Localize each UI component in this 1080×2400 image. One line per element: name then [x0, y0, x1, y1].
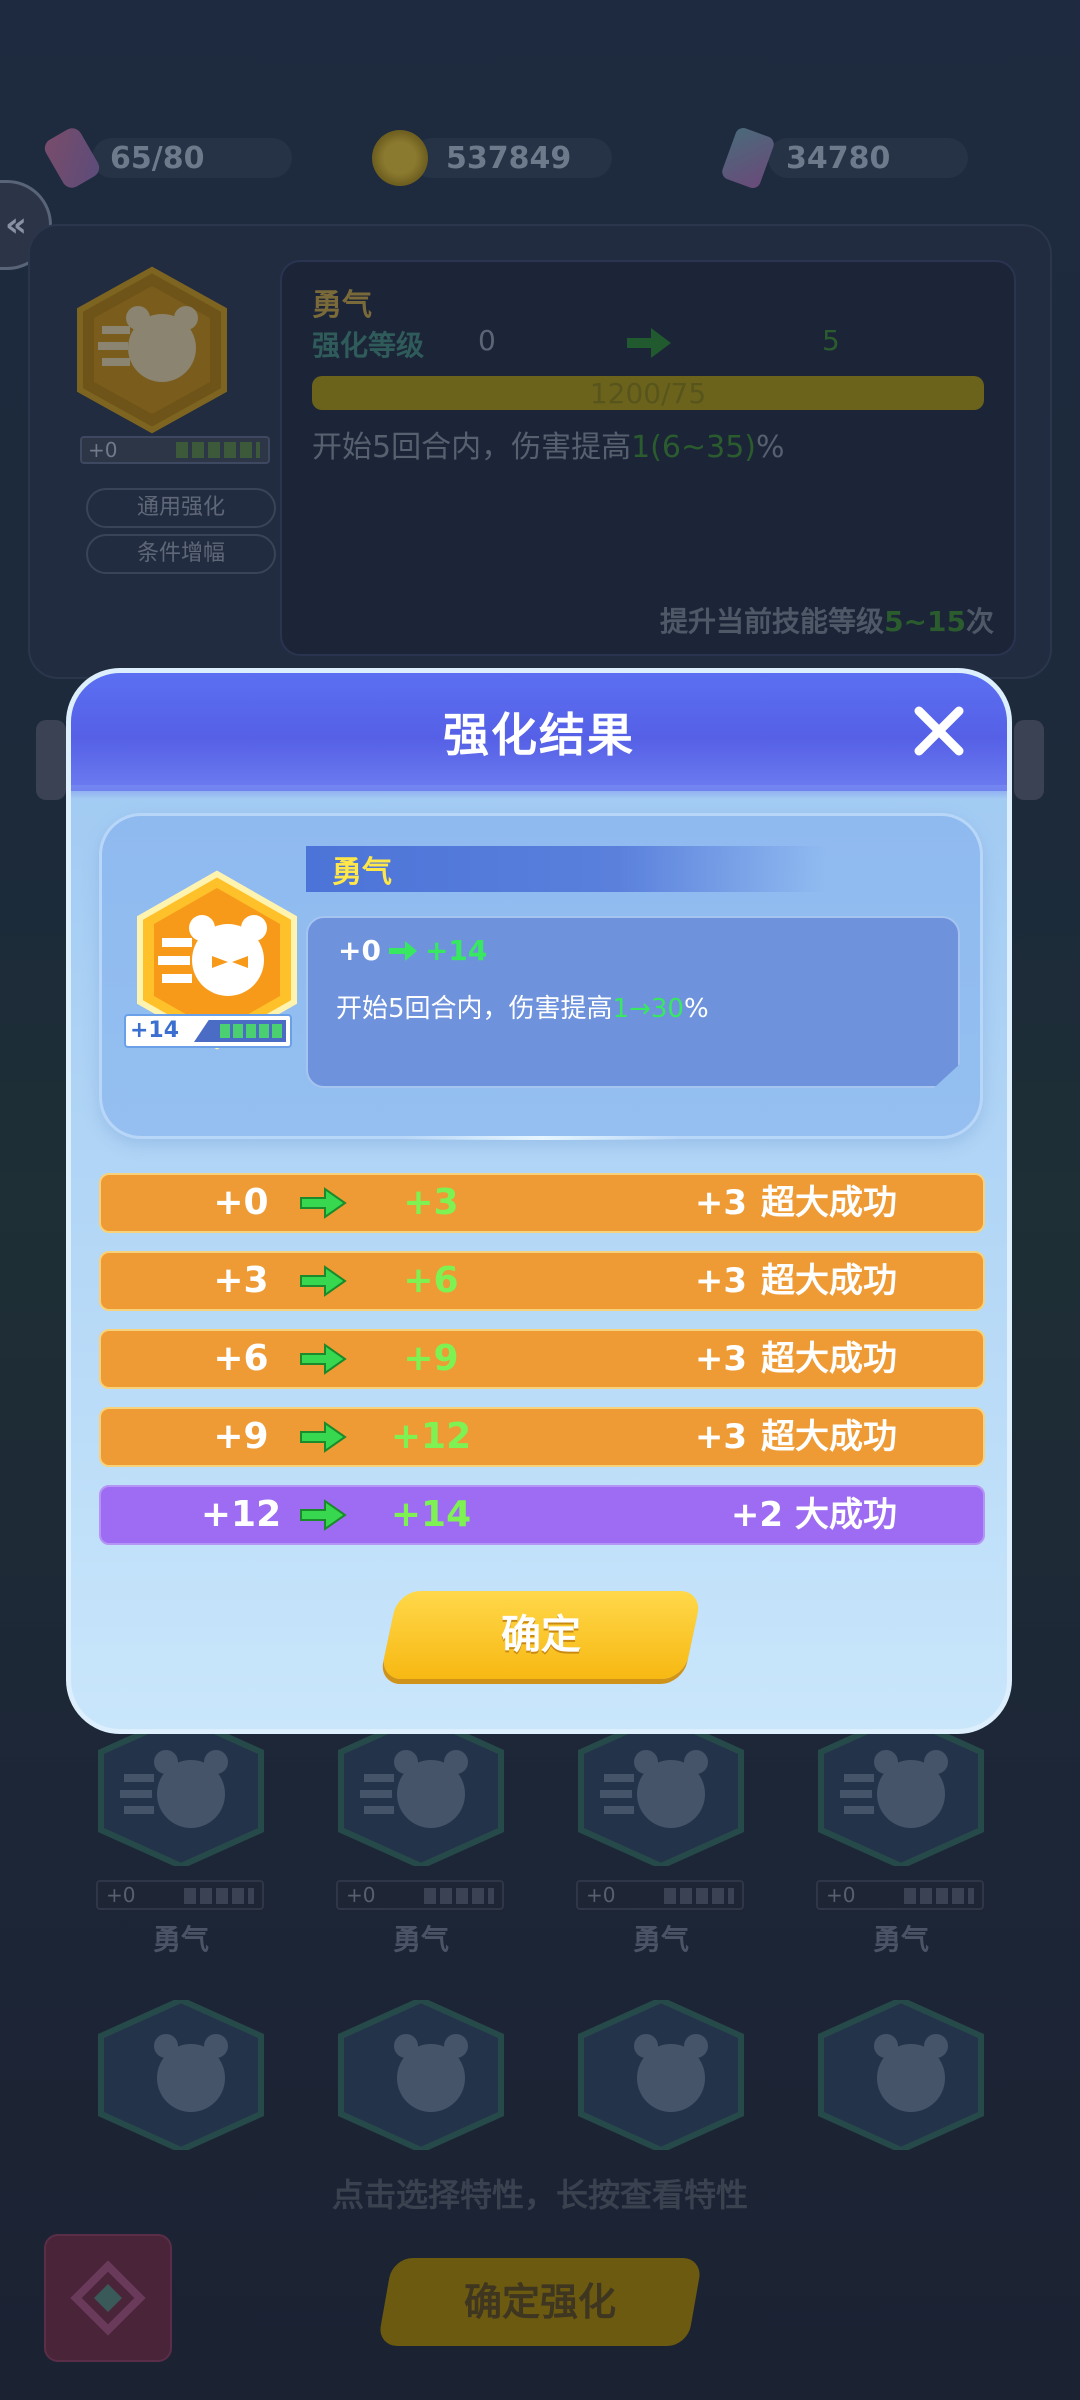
arrow-right-icon	[300, 1499, 347, 1531]
result-row: +3 +6 +3 超大成功	[99, 1251, 985, 1311]
coin-resource: 537849	[372, 130, 612, 186]
result-delta: +3	[694, 1417, 747, 1457]
switch-button[interactable]	[44, 2234, 172, 2362]
result-label: 大成功	[795, 1495, 897, 1535]
trait-badge-icon	[578, 1716, 744, 1866]
skill-name: 勇气	[312, 288, 372, 323]
result-label: 超大成功	[761, 1339, 897, 1379]
ticket-icon	[41, 124, 103, 192]
result-to: +9	[403, 1338, 459, 1379]
right-side-tab[interactable]	[1014, 720, 1044, 800]
confirm-enhance-label: 确定强化	[463, 2280, 616, 2324]
left-side-tab[interactable]	[36, 720, 66, 800]
level-change: +0 +14	[338, 934, 487, 967]
trait-level-tag: +0	[336, 1880, 504, 1910]
result-delta: +2	[730, 1495, 783, 1535]
skill-effect-text: 开始5回合内，伤害提高1→30%	[336, 994, 709, 1024]
result-label: 超大成功	[761, 1261, 897, 1301]
condition-boost-button[interactable]: 条件增幅	[86, 534, 276, 574]
trait-badge-icon[interactable]	[336, 2000, 506, 2150]
result-skill-card: +14 勇气 +0 +14 开始5回合内，伤害提高1→30%	[99, 813, 983, 1140]
trait-badge-icon	[98, 1716, 264, 1866]
ticket-resource: 65/80	[41, 124, 292, 192]
arrow-right-icon	[300, 1421, 347, 1453]
trait-level-tag: +0	[816, 1880, 984, 1910]
double-chevron-left-icon: «	[5, 205, 27, 245]
skill-info-panel: 勇气 强化等级 0 5 1200/75 开始5回合内，伤害提高1(6~35)% …	[280, 260, 1016, 656]
result-to: +6	[403, 1260, 459, 1301]
trait-name: 勇气	[152, 1923, 209, 1956]
confirm-button-label: 确定	[501, 1612, 581, 1658]
enhance-level-from: 0	[478, 324, 496, 357]
arrow-right-icon	[300, 1343, 347, 1375]
general-enhance-button[interactable]: 通用强化	[86, 488, 276, 528]
progress-text: 1200/75	[589, 376, 707, 410]
gem-icon	[719, 125, 777, 191]
diamond-arrow-icon	[70, 2260, 146, 2336]
result-level-value: +14	[130, 1018, 180, 1043]
skill-level-value: +0	[88, 438, 118, 462]
result-delta: +3	[694, 1183, 747, 1223]
skill-badge-icon	[77, 266, 227, 434]
trait-name: 勇气	[872, 1923, 929, 1956]
skill-description: 开始5回合内，伤害提高1(6~35)%	[312, 430, 785, 465]
level-from: +0	[338, 934, 381, 967]
ticket-count: 65/80	[110, 140, 205, 176]
skill-detail-card: +0 通用强化 条件增幅 勇气 强化等级 0 5 1200/75 开始5回合内，…	[28, 224, 1052, 679]
result-list: +0 +3 +3 超大成功 +3 +6 +3 超大成功 +6 +9 +3 超大成…	[99, 1173, 985, 1563]
result-row: +6 +9 +3 超大成功	[99, 1329, 985, 1389]
selection-hint: 点击选择特性，长按查看特性	[331, 2176, 748, 2214]
arrow-right-icon	[300, 1265, 347, 1297]
modal-header: 强化结果	[71, 673, 1007, 799]
result-delta: +3	[694, 1339, 747, 1379]
trait-name: 勇气	[392, 1923, 449, 1956]
result-to: +14	[390, 1494, 472, 1535]
trait-level-tag: +0	[576, 1880, 744, 1910]
result-label: 超大成功	[761, 1417, 897, 1457]
trait-badge-icon	[338, 1716, 504, 1866]
gem-count: 34780	[786, 140, 891, 176]
trait-level-tag: +0	[96, 1880, 264, 1910]
skill-level-tag: +0	[80, 436, 270, 464]
skill-name-bar: 勇气	[306, 846, 826, 892]
enhance-result-modal: 强化结果 +14 勇气 +0 +14 开始5回合内，伤害提高1→30% +0 +…	[66, 668, 1012, 1734]
upgrade-hint: 提升当前技能等级5~15次	[660, 605, 994, 638]
result-level-tag: +14	[124, 1014, 292, 1048]
result-row: +0 +3 +3 超大成功	[99, 1173, 985, 1233]
trait-badge-icon[interactable]	[816, 2000, 986, 2150]
result-to: +12	[390, 1416, 472, 1457]
result-row: +9 +12 +3 超大成功	[99, 1407, 985, 1467]
gem-resource: 34780	[719, 125, 968, 191]
modal-title: 强化结果	[443, 708, 635, 762]
result-to: +3	[403, 1182, 459, 1223]
trait-name: 勇气	[632, 1923, 689, 1956]
trait-badge-icon	[818, 1716, 984, 1866]
confirm-button[interactable]: 确定	[379, 1591, 703, 1679]
coin-count: 537849	[446, 140, 572, 176]
skill-name: 勇气	[332, 855, 392, 890]
coin-icon	[372, 130, 428, 186]
trait-badge-icon[interactable]	[576, 2000, 746, 2150]
result-delta: +3	[694, 1261, 747, 1301]
trait-badge-icon[interactable]	[96, 2000, 266, 2150]
arrow-right-icon	[388, 940, 417, 961]
skill-effect-box: +0 +14 开始5回合内，伤害提高1→30%	[306, 916, 960, 1088]
result-label: 超大成功	[761, 1183, 897, 1223]
confirm-enhance-button[interactable]: 确定强化	[377, 2258, 703, 2346]
arrow-right-icon	[627, 328, 671, 358]
level-to: +14	[424, 934, 488, 967]
result-row: +12 +14 +2 大成功	[99, 1485, 985, 1545]
enhance-level-to: 5	[822, 324, 840, 357]
enhance-level-label: 强化等级	[312, 329, 425, 362]
arrow-right-icon	[300, 1187, 347, 1219]
close-icon[interactable]	[911, 703, 967, 759]
enhance-progress-bar: 1200/75	[312, 376, 984, 410]
